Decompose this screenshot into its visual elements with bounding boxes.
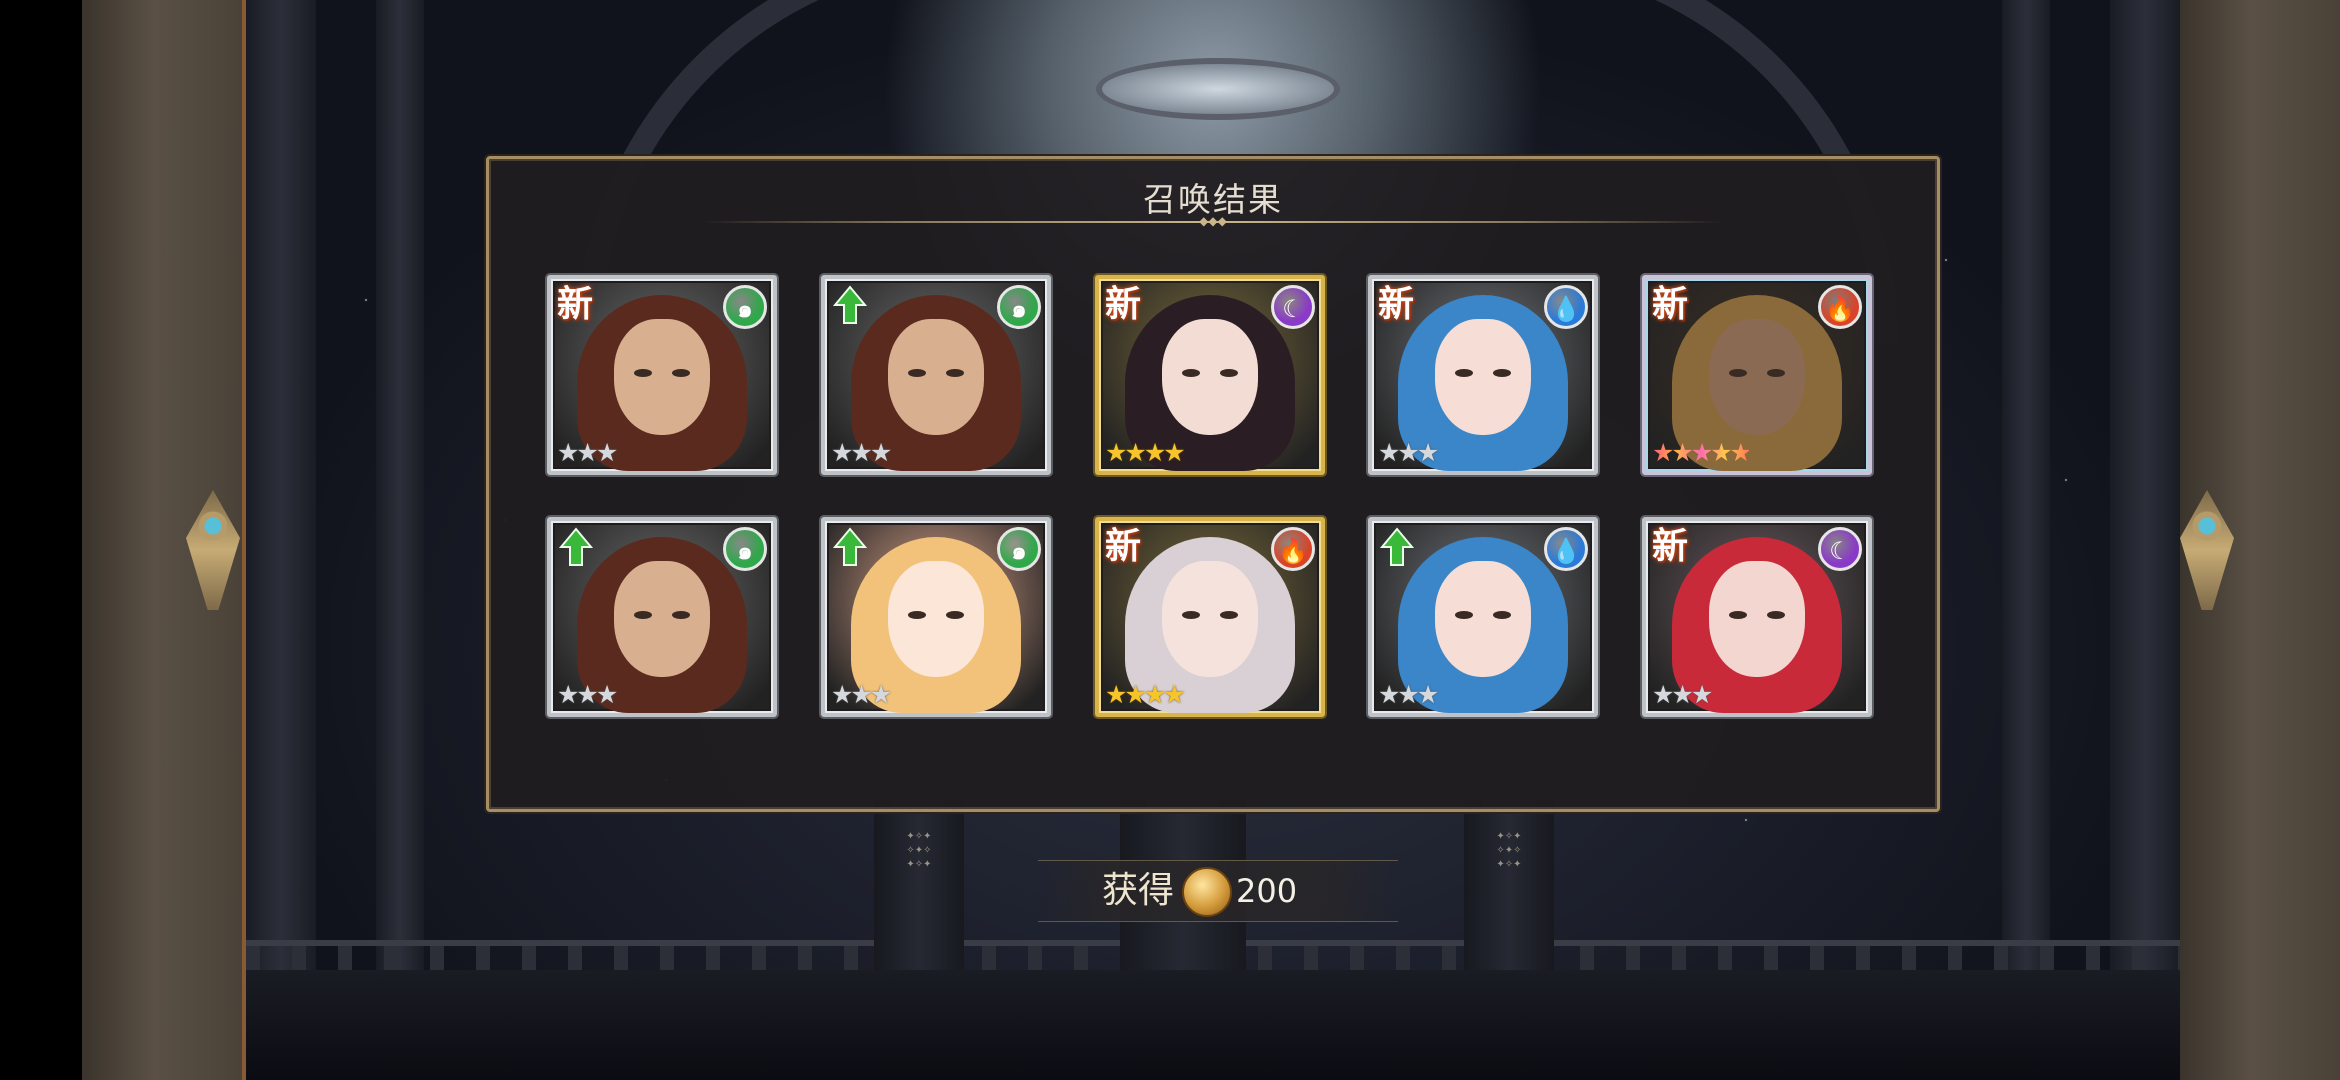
portrait-eye [1182, 611, 1200, 619]
portrait-eye [908, 369, 926, 377]
portrait-face [888, 561, 984, 677]
rarity-stars: ★★★ [557, 680, 618, 709]
rarity-stars: ★★★ [1378, 438, 1439, 467]
new-badge: 新 [1105, 526, 1142, 567]
dark-element-icon: ☾ [1271, 285, 1315, 329]
fire-element-icon: 🔥 [1271, 527, 1315, 571]
letterbox-left [0, 0, 82, 1080]
reward-amount: 200 [1236, 872, 1298, 910]
pillar [2110, 0, 2180, 1080]
portrait-face [1709, 319, 1805, 435]
portrait-eye [946, 611, 964, 619]
new-badge: 新 [557, 284, 594, 325]
character-card[interactable]: 新 ☾ ★★★ [1642, 517, 1872, 717]
portrait-eye [1182, 369, 1200, 377]
fire-element-icon: 🔥 [1818, 285, 1862, 329]
character-card[interactable]: ๑ ★★★ [821, 517, 1051, 717]
portrait-eye [1767, 369, 1785, 377]
reward-label: 获得 [1102, 870, 1175, 911]
portrait-face [1709, 561, 1805, 677]
rarity-stars: ★★★ [1378, 680, 1439, 709]
wind-element-icon: ๑ [997, 527, 1041, 571]
character-card[interactable]: 💧 ★★★ [1368, 517, 1598, 717]
upgrade-arrow-icon [1380, 527, 1414, 566]
rarity-stars: ★★★ [557, 438, 618, 467]
portrait-face [1162, 561, 1258, 677]
wind-element-icon: ๑ [723, 285, 767, 329]
portrait-eye [1493, 369, 1511, 377]
water-element-icon: 💧 [1544, 527, 1588, 571]
portrait-face [1435, 319, 1531, 435]
coin-icon [1182, 867, 1232, 917]
dark-element-icon: ☾ [1818, 527, 1862, 571]
rarity-stars: ★★★★★ [1652, 438, 1752, 467]
new-badge: 新 [1105, 284, 1142, 325]
pillar [376, 0, 424, 1080]
portrait-eye [1220, 369, 1238, 377]
portrait-eye [634, 369, 652, 377]
portrait-eye [908, 611, 926, 619]
portrait-eye [1729, 611, 1747, 619]
portrait-eye [1220, 611, 1238, 619]
portrait-eye [1729, 369, 1747, 377]
wind-element-icon: ๑ [723, 527, 767, 571]
water-element-icon: 💧 [1544, 285, 1588, 329]
dome-skylight [1096, 58, 1340, 120]
character-card[interactable]: 新 🔥 ★★★★★ [1642, 275, 1872, 475]
character-card[interactable]: 新 🔥 ★★★★ [1095, 517, 1325, 717]
new-badge: 新 [1652, 284, 1689, 325]
character-card[interactable]: 新 💧 ★★★ [1368, 275, 1598, 475]
upgrade-arrow-icon [833, 285, 867, 324]
portrait-eye [672, 369, 690, 377]
portrait-eye [946, 369, 964, 377]
portrait-face [1162, 319, 1258, 435]
pillar [2002, 0, 2050, 1080]
upgrade-arrow-icon [833, 527, 867, 566]
new-badge: 新 [1652, 526, 1689, 567]
rarity-stars: ★★★ [831, 438, 892, 467]
portrait-eye [1455, 611, 1473, 619]
character-card[interactable]: ๑ ★★★ [547, 517, 777, 717]
rarity-stars: ★★★★ [1105, 680, 1186, 709]
rarity-stars: ★★★ [1652, 680, 1713, 709]
character-card[interactable]: 新 ☾ ★★★★ [1095, 275, 1325, 475]
character-card[interactable]: ๑ ★★★ [821, 275, 1051, 475]
upgrade-arrow-icon [559, 527, 593, 566]
new-badge: 新 [1378, 284, 1415, 325]
reward-bar: 获得 200 [1038, 860, 1398, 922]
summon-results-panel: 召唤结果 ◆◆◆ 新๑ ★★★ ๑ ★★★ 新 ☾ ★★★★ 新 💧 ★★★ 新 🔥 ★★★★★ ๑ ★★★… [486, 156, 1940, 812]
divider-ornament-icon: ◆◆◆ [1199, 214, 1227, 228]
character-card[interactable]: 新 ๑ ★★★ [547, 275, 777, 475]
pillar [246, 0, 316, 1080]
wind-element-icon: ๑ [997, 285, 1041, 329]
portrait-face [614, 319, 710, 435]
portrait-eye [634, 611, 652, 619]
portrait-face [888, 319, 984, 435]
floor [246, 970, 2180, 1080]
portrait-eye [1767, 611, 1785, 619]
rarity-stars: ★★★ [831, 680, 892, 709]
rarity-stars: ★★★★ [1105, 438, 1186, 467]
portrait-eye [672, 611, 690, 619]
portrait-face [1435, 561, 1531, 677]
portrait-face [614, 561, 710, 677]
portrait-eye [1493, 611, 1511, 619]
portrait-eye [1455, 369, 1473, 377]
